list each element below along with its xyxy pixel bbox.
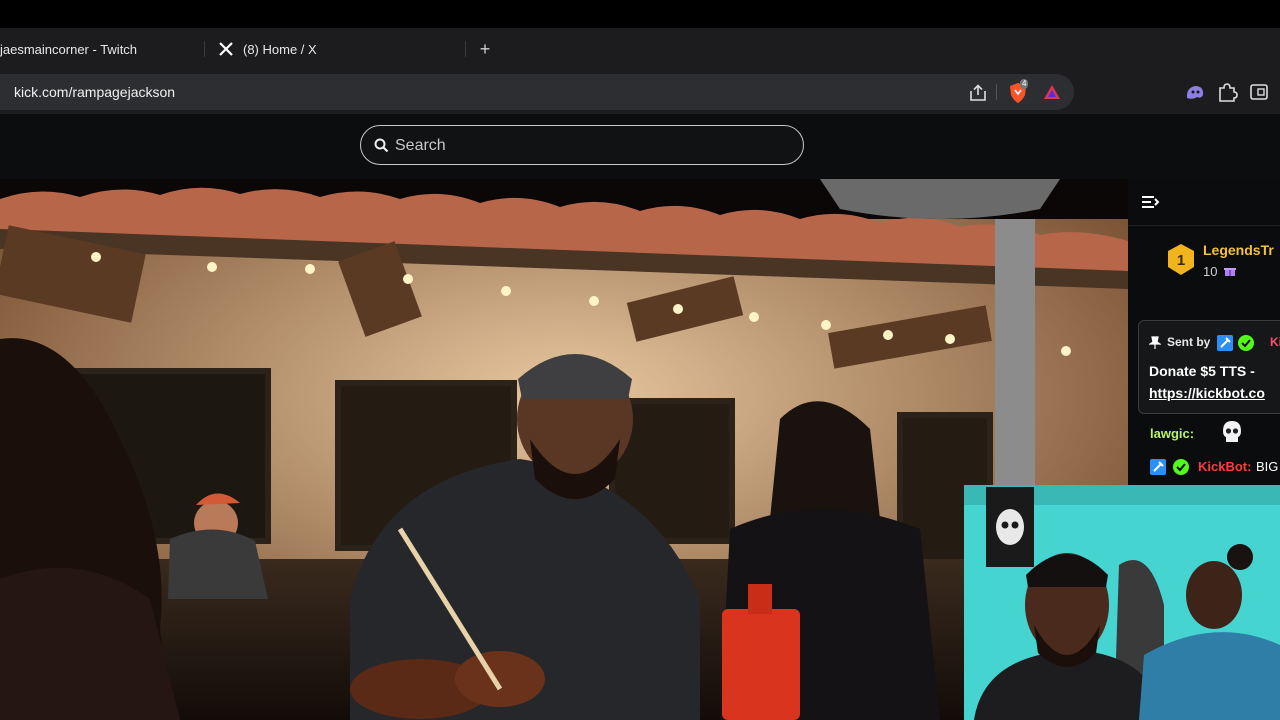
pinned-sender-name[interactable]: Kic — [1270, 335, 1280, 349]
tab-label: jaesmaincorner - Twitch — [0, 41, 138, 57]
browser-tab-bar: jaesmaincorner - Twitch (8) Home / X + — [0, 28, 1280, 70]
url-separator — [996, 84, 997, 100]
chat-divider — [1128, 225, 1280, 226]
pin-icon — [1149, 336, 1161, 349]
sub-tier-badge-icon: 1 — [1168, 244, 1194, 275]
chat-panel: 1 LegendsTr 10 Sent by Kic Donate $5 TTS… — [1128, 179, 1280, 485]
search-placeholder: Search — [395, 137, 446, 154]
tab-separator — [465, 41, 466, 57]
share-icon[interactable] — [968, 84, 988, 102]
extension-ghost-icon[interactable] — [1184, 82, 1206, 102]
address-bar[interactable]: kick.com/rampagejackson 4 — [0, 74, 1074, 110]
tab-separator — [204, 41, 205, 57]
moderator-badge-icon — [1150, 459, 1166, 475]
verified-badge-icon — [1238, 335, 1254, 351]
search-icon — [374, 138, 389, 153]
chat-username[interactable]: lawgic: — [1150, 426, 1194, 441]
stream-video-player[interactable] — [0, 179, 1128, 720]
tab-label: (8) Home / X — [243, 41, 317, 57]
top-black-strip — [0, 0, 1280, 28]
puzzle-extensions-icon[interactable] — [1216, 82, 1238, 102]
pinned-link[interactable]: https://kickbot.co — [1149, 385, 1265, 401]
brave-rewards-icon[interactable] — [1042, 83, 1062, 101]
x-logo-icon — [218, 41, 234, 57]
subscriber-name[interactable]: LegendsTr — [1203, 242, 1274, 258]
kick-header: Search — [0, 114, 1280, 179]
skull-emote-icon — [1223, 421, 1241, 442]
search-input[interactable]: Search — [360, 125, 804, 165]
webcam-frame — [964, 485, 1280, 720]
streamer-webcam-overlay — [964, 485, 1280, 720]
new-tab-button[interactable]: + — [476, 36, 494, 62]
sidebar-toggle-icon[interactable] — [1248, 82, 1270, 102]
address-row: kick.com/rampagejackson 4 — [0, 70, 1280, 114]
sent-by-label: Sent by — [1167, 335, 1211, 349]
sub-badge-number: 1 — [1177, 252, 1185, 269]
chat-username[interactable]: KickBot: — [1198, 459, 1251, 474]
video-frame-restaurant — [0, 179, 1128, 720]
gift-icon — [1224, 268, 1236, 276]
moderator-badge-icon — [1217, 335, 1233, 351]
pinned-message[interactable]: Sent by Kic Donate $5 TTS - https://kick… — [1138, 320, 1280, 414]
tab-twitch[interactable]: jaesmaincorner - Twitch — [0, 28, 205, 70]
url-text: kick.com/rampagejackson — [14, 84, 176, 100]
pinned-message-text: Donate $5 TTS - — [1149, 363, 1255, 379]
chat-message-text: BIG — [1256, 459, 1279, 474]
collapse-chat-icon[interactable] — [1140, 193, 1160, 211]
gift-count: 10 — [1203, 264, 1218, 279]
tab-x-home[interactable]: (8) Home / X — [218, 28, 463, 70]
verified-badge-icon — [1173, 459, 1189, 475]
